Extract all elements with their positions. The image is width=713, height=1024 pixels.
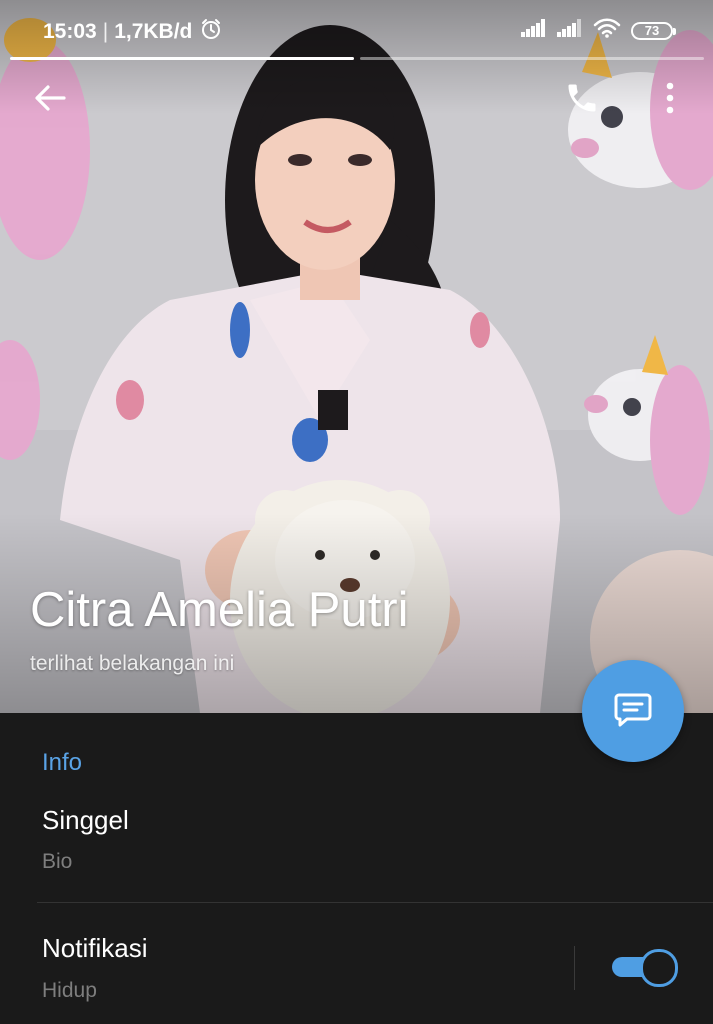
alarm-icon	[200, 18, 222, 46]
message-icon	[611, 687, 655, 736]
divider	[37, 902, 713, 903]
notifications-status: Hidup	[42, 979, 97, 1002]
arrow-left-icon	[34, 84, 66, 117]
bio-label: Bio	[42, 850, 73, 873]
signal-icon	[557, 19, 583, 42]
story-progress	[10, 57, 704, 61]
last-seen-status: terlihat belakangan ini	[30, 652, 235, 675]
more-options-button[interactable]	[642, 72, 698, 128]
status-separator: |	[102, 20, 109, 43]
bio-value[interactable]: Singgel	[42, 805, 129, 836]
battery-icon: 73	[631, 21, 676, 40]
send-message-button[interactable]	[582, 660, 684, 762]
status-bar: 15:03 | 1,7KB/d 73	[0, 0, 713, 58]
toggle-thumb	[640, 949, 678, 987]
info-section: Info Singgel Bio Notifikasi Hidup	[0, 713, 713, 1024]
status-time: 15:03	[43, 20, 97, 43]
vertical-divider	[574, 946, 575, 990]
battery-level: 73	[644, 23, 660, 38]
story-progress-segment	[360, 57, 704, 60]
status-left: 15:03 | 1,7KB/d	[43, 18, 222, 46]
phone-icon	[564, 80, 600, 121]
back-button[interactable]	[22, 72, 78, 128]
info-section-title: Info	[42, 749, 83, 776]
status-network-speed: 1,7KB/d	[114, 20, 193, 43]
profile-screen: 15:03 | 1,7KB/d 73 Citra Amelia Putri te…	[0, 0, 713, 1024]
more-vertical-icon	[666, 82, 674, 119]
status-right: 73	[521, 18, 676, 43]
call-button[interactable]	[554, 72, 610, 128]
wifi-icon	[593, 18, 621, 43]
signal-icon	[521, 19, 547, 42]
story-progress-segment	[10, 57, 354, 60]
notifications-title[interactable]: Notifikasi	[42, 933, 147, 964]
profile-name: Citra Amelia Putri	[30, 583, 409, 637]
notifications-toggle[interactable]	[612, 949, 678, 987]
